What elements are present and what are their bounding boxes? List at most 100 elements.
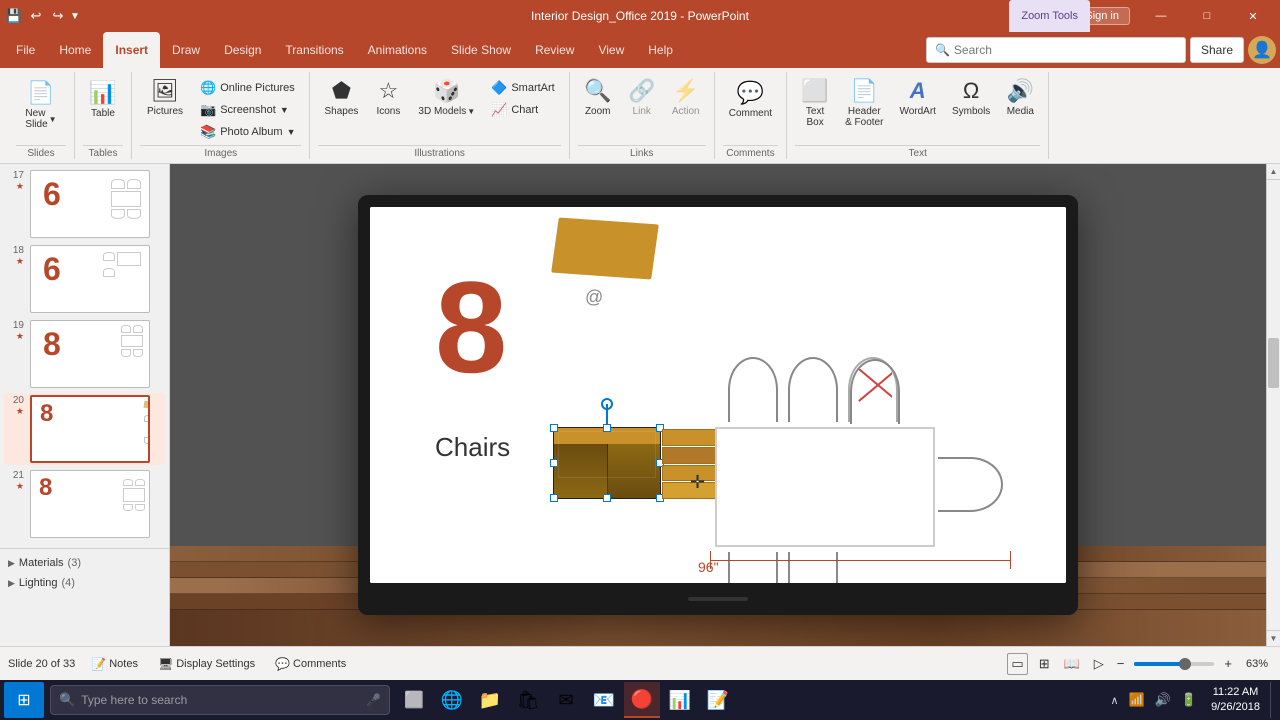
slide-thumb-21[interactable]: 21 ★ 8 [4,468,165,540]
chair-top-1 [728,357,778,422]
search-icon: 🔍 [935,43,950,57]
slide-thumb-17[interactable]: 17 ★ 6 [4,168,165,240]
new-slide-button[interactable]: 📄 NewSlide ▼ [16,76,66,134]
slide-sorter-button[interactable]: ⊞ [1036,654,1053,674]
swirl-icon: @ [585,287,603,308]
table-button[interactable]: 📊 Table [83,76,123,123]
slide-frame[interactable]: 8 Chairs @ [358,195,1078,615]
clock-display[interactable]: 11:22 AM 9/26/2018 [1203,685,1268,716]
close-button[interactable]: ✕ [1230,0,1276,32]
scroll-up-button[interactable]: ▲ [1267,164,1280,180]
share-button[interactable]: Share [1190,37,1244,63]
network-icon[interactable]: 📶 [1125,692,1149,708]
tab-design[interactable]: Design [212,32,273,68]
tab-file[interactable]: File [4,32,47,68]
explorer-app[interactable]: 📁 [472,682,508,718]
slides-group-label: Slides [16,145,66,159]
user-avatar[interactable]: 👤 [1248,36,1276,64]
vertical-scrollbar[interactable]: ▲ ▼ [1266,164,1280,646]
outline-group-materials[interactable]: ▶ Materials (3) [0,553,169,573]
links-group-label: Links [578,145,706,159]
smartart-button[interactable]: 🔷 SmartArt [485,78,561,98]
media-button[interactable]: 🔊 Media [1000,74,1040,121]
header-footer-button[interactable]: 📄 Header & Footer [839,74,889,132]
notes-button[interactable]: 📝 Notes [87,655,142,673]
tab-draw[interactable]: Draw [160,32,212,68]
tab-home[interactable]: Home [47,32,103,68]
symbols-button[interactable]: Ω Symbols [946,74,996,121]
zoom-progress [1134,662,1184,666]
pictures-button[interactable]: 🖼 Pictures [140,74,190,121]
excel-app[interactable]: 📊 [662,682,698,718]
zoom-level[interactable]: 63% [1242,657,1272,671]
scroll-thumb-vertical[interactable] [1268,338,1279,388]
slide-thumb-18[interactable]: 18 ★ 6 [4,243,165,315]
redo-icon[interactable]: ↪ [48,6,68,26]
link-button[interactable]: 🔗 Link [622,74,662,121]
tab-animations[interactable]: Animations [356,32,439,68]
slide-chairs-number: 8 [435,262,507,392]
tab-help[interactable]: Help [636,32,685,68]
zoom-out-button[interactable]: − [1115,656,1127,671]
maximize-button[interactable]: □ [1184,0,1230,32]
comment-button[interactable]: 💬 Comment [723,76,778,123]
chair-top-3-x [848,357,898,422]
screenshot-button[interactable]: 📷 Screenshot ▼ [194,100,301,120]
comments-status-button[interactable]: 💬 Comments [271,655,350,673]
tab-view[interactable]: View [586,32,636,68]
photo-album-button[interactable]: 📚 Photo Album ▼ [194,122,301,142]
start-button[interactable]: ⊞ [4,682,44,718]
minimize-button[interactable]: — [1138,0,1184,32]
app-title: Interior Design_Office 2019 - PowerPoint [531,9,749,23]
tab-transitions[interactable]: Transitions [273,32,355,68]
notes-icon: 📝 [91,657,106,671]
slide-star-19: ★ [16,331,24,342]
zoom-thumb[interactable] [1179,658,1191,670]
materials-label: Materials [19,557,64,569]
zoom-slider[interactable] [1134,662,1214,666]
chart-button[interactable]: 📈 Chart [485,100,561,120]
tab-review[interactable]: Review [523,32,586,68]
microphone-icon[interactable]: 🎤 [366,693,381,707]
3d-models-button[interactable]: 🎲 3D Models▼ [412,74,481,121]
outlook-app[interactable]: 📧 [586,682,622,718]
display-settings-button[interactable]: 🖥 Display Settings [154,655,259,673]
wordart-button[interactable]: A WordArt [893,74,942,121]
undo-icon[interactable]: ↩ [26,6,46,26]
ribbon-group-illustrations: ⬟ Shapes ☆ Icons 🎲 3D Models▼ 🔷 [310,72,569,159]
chair-top-2 [788,357,838,422]
zoom-button[interactable]: 🔍 Zoom [578,74,618,121]
slide-thumb-19[interactable]: 19 ★ 8 [4,318,165,390]
store-app[interactable]: 🛍 [510,682,546,718]
edge-app[interactable]: 🌐 [434,682,470,718]
slideshow-button[interactable]: ▷ [1091,654,1107,674]
taskbar-search[interactable]: 🔍 Type here to search 🎤 [50,685,390,715]
reading-view-button[interactable]: 📖 [1061,654,1083,674]
save-icon[interactable]: 💾 [4,6,24,26]
ribbon-search-input[interactable] [954,43,1177,57]
mail-app[interactable]: ✉ [548,682,584,718]
customize-qat-icon[interactable]: ▼ [70,11,80,22]
zoom-in-button[interactable]: + [1222,656,1234,671]
slide-thumb-20[interactable]: 20 ★ 8 [4,393,165,465]
powerpoint-app[interactable]: 🔴 [624,682,660,718]
volume-icon[interactable]: 🔊 [1151,692,1175,708]
measurement-label: 96" [698,559,719,575]
word-app[interactable]: 📝 [700,682,736,718]
online-pictures-button[interactable]: 🌐 Online Pictures [194,78,301,98]
tab-insert[interactable]: Insert [103,32,160,68]
ribbon-group-text: ⬜ Text Box 📄 Header & Footer A WordArt Ω… [787,72,1049,159]
icons-button[interactable]: ☆ Icons [368,74,408,121]
taskbar-overflow[interactable]: ∧ [1106,694,1122,707]
chair-bottom-1 [728,552,778,583]
action-button[interactable]: ⚡ Action [666,74,706,121]
taskview-button[interactable]: ⬜ [396,682,432,718]
tab-slideshow[interactable]: Slide Show [439,32,523,68]
shapes-button[interactable]: ⬟ Shapes [318,74,364,121]
show-desktop-button[interactable] [1270,682,1276,718]
scroll-down-button[interactable]: ▼ [1267,630,1280,646]
dragged-element[interactable] [553,427,661,499]
outline-group-lighting[interactable]: ▶ Lighting (4) [0,573,169,593]
text-box-button[interactable]: ⬜ Text Box [795,74,835,132]
normal-view-button[interactable]: ▭ [1007,653,1027,675]
